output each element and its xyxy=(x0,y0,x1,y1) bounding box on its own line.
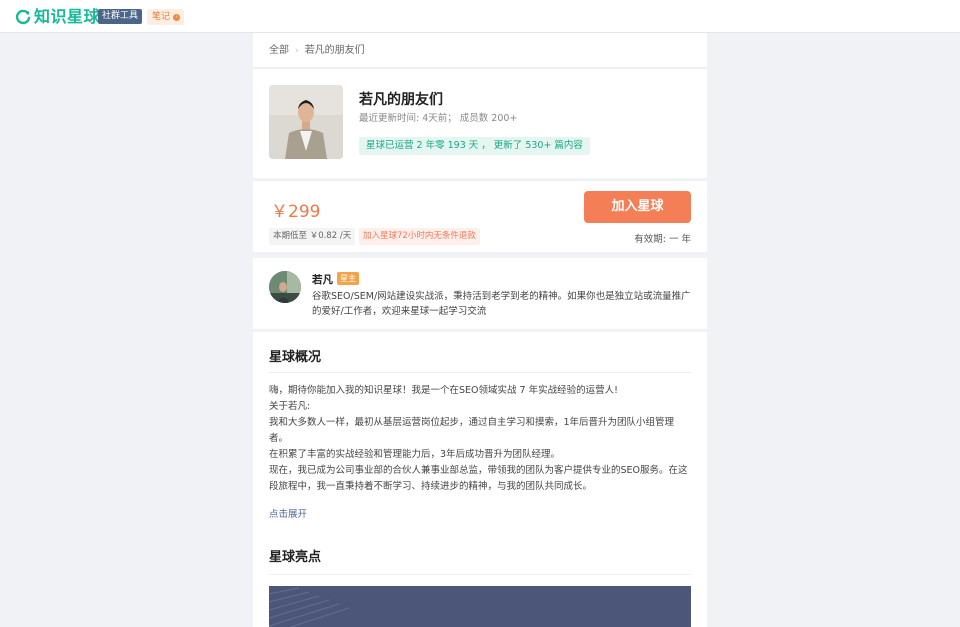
main-column: 全部 › 若凡的朋友们 若凡的朋友们 最近更新时间: 4天前； 成员数 200+ 星… xyxy=(253,33,707,627)
overview-line: 在积累了丰富的实战经验和管理能力后，3年后成功晋升为团队经理。 xyxy=(269,449,561,460)
planet-logo-icon xyxy=(15,9,31,25)
validity-text: 有效期: 一 年 xyxy=(634,234,691,245)
community-tool-badge[interactable]: 社群工具 xyxy=(98,9,143,24)
notes-label: 笔记 xyxy=(152,12,171,22)
owner-card: 若凡 星主 谷歌SEO/SEM/网站建设实战派，秉持活到老学到老的精神。如果你也… xyxy=(253,255,707,329)
logo-text: 知识星球 xyxy=(34,7,101,26)
owner-intro: 谷歌SEO/SEM/网站建设实战派，秉持活到老学到老的精神。如果你也是独立站或流… xyxy=(312,291,691,317)
overview-section: 星球概况 嗨，期待你能加入我的知识星球！我是一个在SEO领域实战 7 年实战经验… xyxy=(253,329,707,627)
owner-role-badge: 星主 xyxy=(337,272,359,285)
runtime-badge: 星球已运营 2 年零 193 天 ， 更新了 530+ 篇内容 xyxy=(359,137,590,155)
breadcrumb: 全部 › 若凡的朋友们 xyxy=(253,33,707,68)
daily-price-badge: 本期低至 ￥0.82 /天 xyxy=(269,228,356,245)
expand-link[interactable]: 点击展开 xyxy=(269,506,307,520)
join-group-button[interactable]: 加入星球 xyxy=(584,191,691,223)
logo[interactable]: 知识星球 xyxy=(15,7,100,27)
notes-dot-icon: › xyxy=(173,13,181,21)
notes-button[interactable]: 笔记 › xyxy=(147,9,185,25)
overview-line: 嗨，期待你能加入我的知识星球！我是一个在SEO领域实战 7 年实战经验的运营人! xyxy=(269,385,618,396)
highlights-banner-image xyxy=(269,586,691,627)
refund-badge: 加入星球72小时内无条件退款 xyxy=(359,228,480,245)
highlights-title: 星球亮点 xyxy=(269,550,322,565)
highlights-divider xyxy=(269,574,691,575)
top-navigation-bar: 知识星球 社群工具 笔记 › xyxy=(0,0,960,33)
group-cover-image xyxy=(269,85,343,159)
breadcrumb-separator-icon: › xyxy=(295,46,299,56)
owner-name[interactable]: 若凡 xyxy=(312,272,333,287)
overview-text: 嗨，期待你能加入我的知识星球！我是一个在SEO领域实战 7 年实战经验的运营人!… xyxy=(269,383,693,495)
breadcrumb-root[interactable]: 全部 xyxy=(269,45,289,56)
overview-line: 关于若凡: xyxy=(269,401,311,412)
overview-divider xyxy=(269,372,691,373)
group-meta: 最近更新时间: 4天前； 成员数 200+ xyxy=(359,113,518,124)
overview-line: 现在，我已成为公司事业部的合伙人兼事业部总监，带领我的团队为客户提供专业的SEO… xyxy=(269,465,688,492)
owner-avatar[interactable] xyxy=(269,271,301,303)
breadcrumb-current: 若凡的朋友们 xyxy=(304,45,365,56)
pricing-card: ￥299 加入星球 本期低至 ￥0.82 /天 加入星球72小时内无条件退款 有… xyxy=(253,178,707,252)
overview-line: 我和大多数人一样，最初从基层运营岗位起步，通过自主学习和摸索，1年后晋升为团队小… xyxy=(269,417,675,444)
price: ￥299 xyxy=(271,202,321,222)
overview-title: 星球概况 xyxy=(269,350,322,365)
group-name: 若凡的朋友们 xyxy=(359,92,443,108)
